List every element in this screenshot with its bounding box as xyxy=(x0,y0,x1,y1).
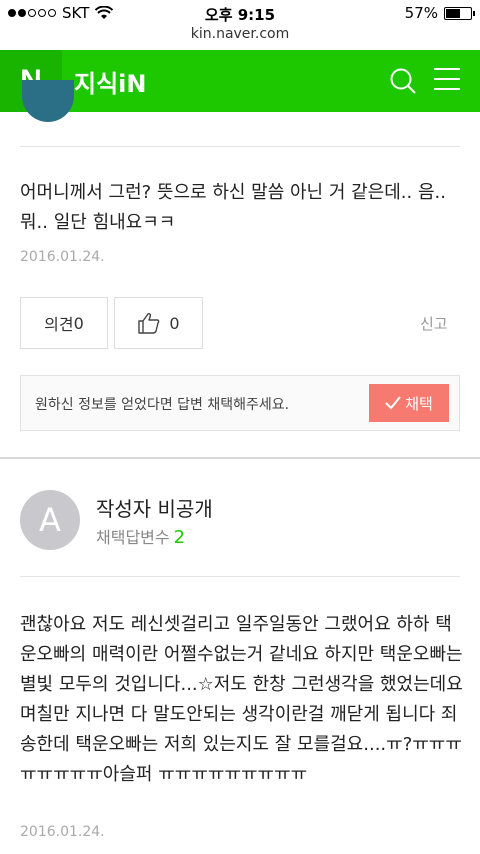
opinion-count: 0 xyxy=(73,313,84,333)
answer-text: 괜찮아요 저도 레신셋걸리고 일주일동안 그랬어요 하하 택운오빠의 매력이란 … xyxy=(20,614,463,785)
adopted-count: 2 xyxy=(173,527,186,548)
status-bar: SKT 오후 9:15 57% xyxy=(0,0,480,26)
avatar: A xyxy=(20,490,80,550)
answer-date: 2016.01.24. xyxy=(20,249,105,265)
adopt-prompt: 원하신 정보를 얻었다면 답변 채택해주세요. 채택 xyxy=(20,375,460,431)
brand-title[interactable]: 지식iN xyxy=(74,64,146,99)
adopt-button[interactable]: 채택 xyxy=(369,384,449,422)
opinion-button[interactable]: 의견 0 xyxy=(20,297,108,349)
like-count: 0 xyxy=(169,313,180,333)
adopted-label: 채택답변수 xyxy=(96,528,170,547)
adopt-button-label: 채택 xyxy=(405,394,433,413)
menu-icon[interactable] xyxy=(434,68,460,94)
battery-info: 57% xyxy=(404,4,475,22)
like-button[interactable]: 0 xyxy=(114,297,203,349)
url-bar[interactable]: kin.naver.com xyxy=(0,26,480,50)
adopted-count-info: 채택답변수 2 xyxy=(96,524,185,548)
report-link[interactable]: 신고 xyxy=(420,313,448,334)
prev-avatar xyxy=(22,80,74,122)
divider xyxy=(20,146,460,147)
answer-text: 어머니께서 그런? 뜻으로 하신 말씀 아닌 거 같은데.. 음.. 뭐.. 일… xyxy=(20,182,446,233)
section-divider xyxy=(0,457,480,459)
answer-date: 2016.01.24. xyxy=(20,824,105,840)
check-icon xyxy=(385,396,401,410)
opinion-label: 의견 xyxy=(44,315,74,334)
divider xyxy=(20,576,460,577)
battery-percent: 57% xyxy=(404,4,438,22)
author-name: 작성자 비공개 xyxy=(96,497,213,521)
battery-icon xyxy=(444,6,475,20)
adopt-message: 원하신 정보를 얻었다면 답변 채택해주세요. xyxy=(35,397,290,413)
thumbs-up-icon xyxy=(138,313,160,334)
search-icon[interactable] xyxy=(388,66,418,96)
